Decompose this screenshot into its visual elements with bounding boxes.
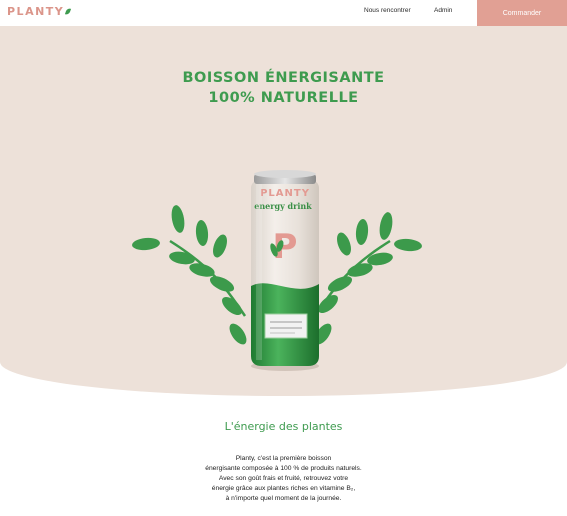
- can-subtitle-text: energy drink: [254, 201, 312, 211]
- logo-text: PLANTY: [7, 5, 65, 18]
- right-leaf-branch: [313, 212, 422, 345]
- left-leaf-branch: [132, 205, 247, 345]
- can-brand-text: PLANTY: [260, 188, 310, 199]
- nav-link-admin[interactable]: Admin: [434, 7, 452, 14]
- energy-drink-can-illustration: PLANTY energy drink P: [132, 170, 422, 371]
- paragraph-line: énergisante composée à 100 % de produits…: [205, 465, 362, 472]
- paragraph-line: Planty, c'est la première boisson: [235, 455, 332, 462]
- hero-title-line-2: 100% NATURELLE: [208, 90, 359, 106]
- hero-section: BOISSON ÉNERGISANTE 100% NATURELLE PLANT…: [0, 26, 567, 396]
- hero-title: BOISSON ÉNERGISANTE 100% NATURELLE: [0, 68, 567, 108]
- section-heading: L'énergie des plantes: [224, 420, 343, 433]
- logo[interactable]: PLANTY: [7, 5, 72, 18]
- leaf-icon: [65, 7, 72, 16]
- section-paragraph: Planty, c'est la première boisson énergi…: [0, 454, 567, 504]
- site-header: PLANTY Nous rencontrer Admin Commander: [0, 0, 567, 26]
- paragraph-line: énergie grâce aux plantes riches en vita…: [211, 485, 356, 492]
- paragraph-line: Avec son goût frais et fruité, retrouvez…: [218, 475, 349, 482]
- hero-title-line-1: BOISSON ÉNERGISANTE: [182, 70, 385, 86]
- can-letter: P: [273, 227, 298, 267]
- paragraph-line: à n'importe quel moment de la journée.: [225, 495, 342, 502]
- order-button[interactable]: Commander: [477, 0, 567, 26]
- drink-can: PLANTY energy drink P: [251, 170, 319, 371]
- nav-link-meet[interactable]: Nous rencontrer: [364, 7, 411, 14]
